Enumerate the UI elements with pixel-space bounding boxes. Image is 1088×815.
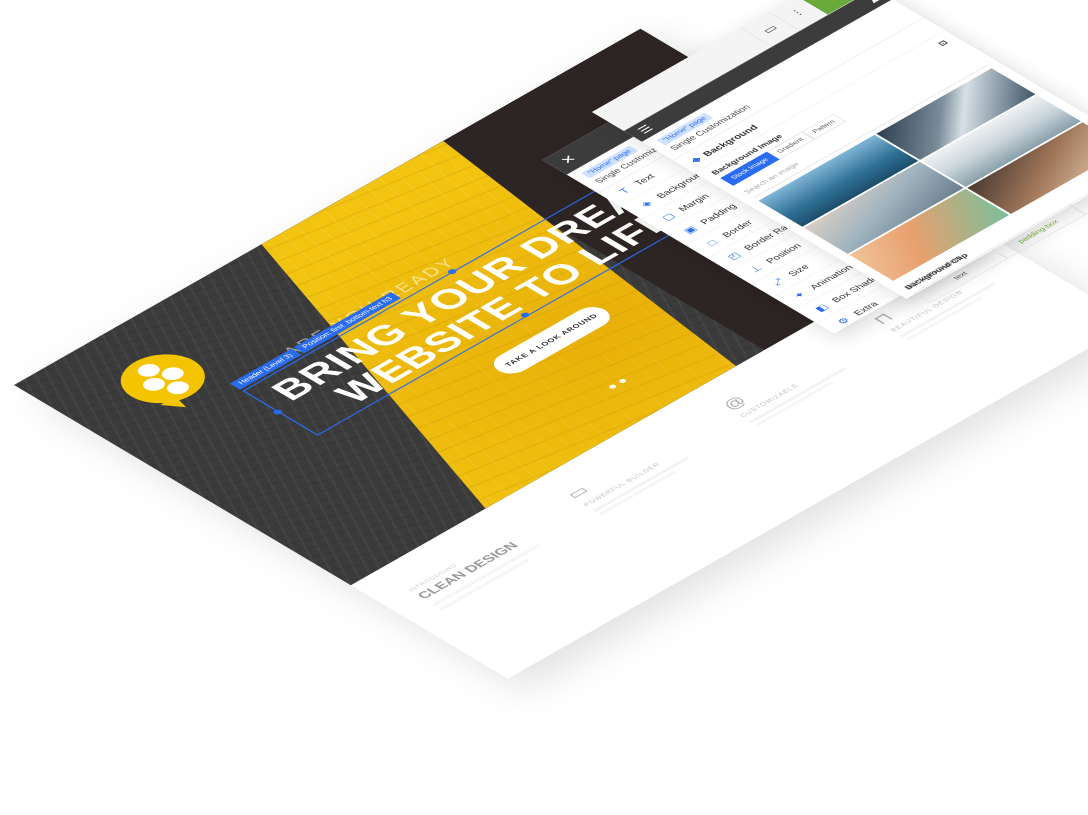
gear-icon: ⚙: [834, 315, 853, 327]
close-icon[interactable]: ✕: [556, 152, 581, 166]
background-icon: ◈: [638, 199, 656, 209]
padding-icon: ▣: [681, 224, 700, 236]
animation-icon: ✦: [791, 290, 809, 301]
stage: ARE YOU READY Header (Level 3) Position:…: [0, 0, 1088, 815]
background-icon: ◈: [687, 154, 704, 165]
option-label: Size: [785, 262, 812, 278]
border-radius-icon: ◰: [725, 250, 744, 262]
box-shadow-icon: ◧: [812, 302, 832, 314]
size-icon: ⤢: [769, 276, 787, 287]
option-label: Extra: [850, 299, 881, 317]
logo-hex-icon: [162, 378, 194, 397]
upload-icon[interactable]: ⊡: [936, 39, 950, 47]
option-label: Text: [631, 172, 657, 187]
border-icon: □: [704, 238, 720, 248]
collapse-icon[interactable]: ▴: [865, 0, 882, 5]
logo-bubble[interactable]: [103, 344, 223, 414]
position-icon: ⊥: [747, 263, 765, 275]
menu-icon[interactable]: ☰: [635, 123, 657, 136]
text-icon: T: [616, 186, 633, 196]
clean-design-block: INTRODUCING CLEAN DESIGN: [407, 529, 549, 611]
logo-hex-icon: [133, 361, 165, 380]
margin-icon: ▢: [659, 211, 678, 223]
